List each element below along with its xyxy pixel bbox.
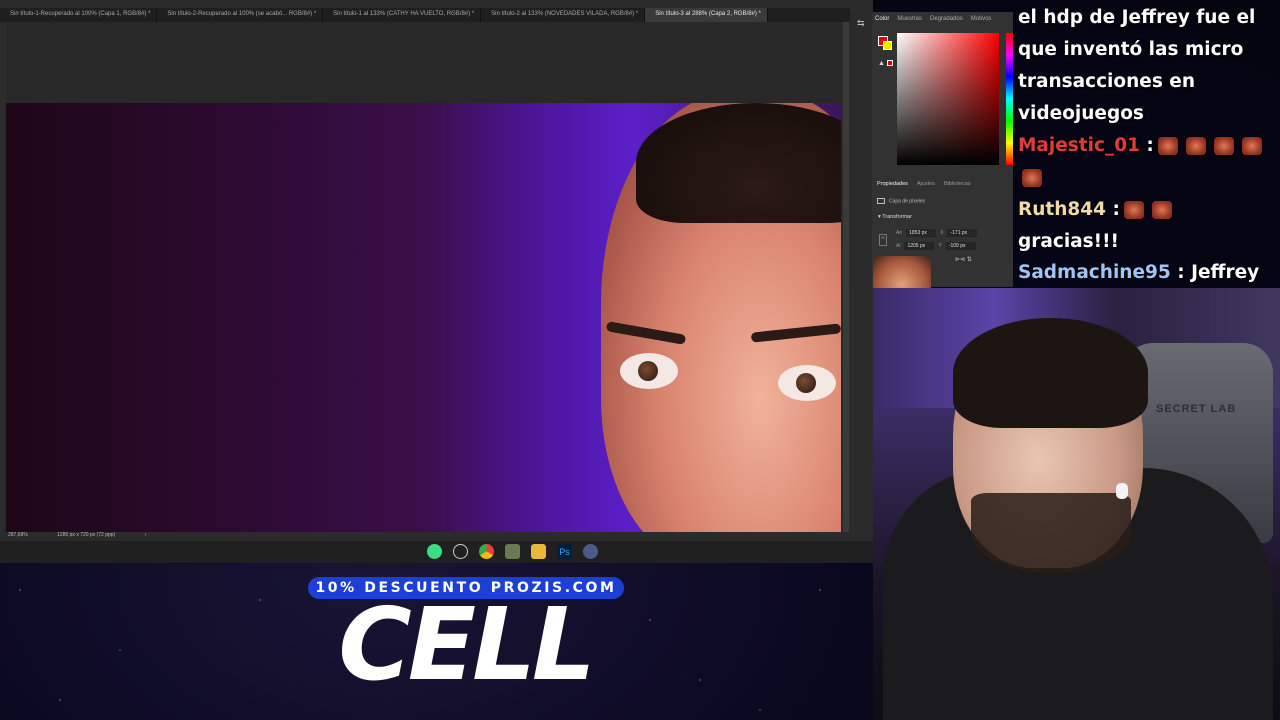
folder-icon[interactable] [531,544,546,559]
emote-icon [1185,137,1206,155]
y-field[interactable]: -109 px [945,242,976,250]
color-picker-field[interactable] [897,33,999,165]
tab-color[interactable]: Color [875,16,889,22]
app-icon[interactable] [505,544,520,559]
chat-message: el hdp de Jeffrey fue el que inventó las… [1018,2,1274,130]
tab-libraries[interactable]: Bibliotecas [944,181,971,187]
earbud-icon [1116,483,1128,499]
x-field[interactable]: -171 px [947,229,978,237]
chair-logo: SECRET LAB [1156,403,1237,415]
tab-patterns[interactable]: Motivos [971,16,992,22]
photoshop-icon[interactable]: Ps [557,544,572,559]
emote-icon [1213,137,1234,155]
discount-code: CELL [338,586,595,703]
webcam-feed: SECRET LAB [873,288,1280,720]
properties-tabs: Propiedades Ajustes Bibliotecas [877,181,971,187]
transform-title: Transformar [882,214,912,220]
panel-collapse-icon[interactable]: ⇆ [857,18,872,29]
tab-properties[interactable]: Propiedades [877,181,908,187]
document-tabs: Sin título-1-Recuperado al 100% (Capa 1,… [0,8,850,22]
height-field[interactable]: 1205 px [904,242,935,250]
chat-username: Majestic_01 [1018,135,1140,156]
chat-username: Sadmachine95 [1018,262,1171,283]
hue-slider[interactable] [1006,33,1013,165]
background-color-swatch[interactable] [883,41,892,50]
layer-type-label: Capa de píxeles [889,198,926,205]
app-icon[interactable] [583,544,598,559]
height-label: Al [896,243,901,249]
y-label: Y [938,243,942,249]
gamut-swatch[interactable] [887,60,893,66]
stream-overlay: Sin título-1-Recuperado al 100% (Capa 1,… [0,0,1280,720]
chat-text: el hdp de Jeffrey fue el que inventó las… [1018,7,1256,124]
tab-doc-1[interactable]: Sin título-1-Recuperado al 100% (Capa 1,… [0,8,158,22]
width-label: An [896,230,903,236]
transform-row-width: An 1853 px X -171 px [896,229,978,237]
layer-type: Capa de píxeles [877,198,925,204]
tab-doc-4[interactable]: Sin título-2 al 133% (NOVEDADES VILADA, … [481,8,646,22]
transform-section[interactable]: ▾ Transformar [878,214,912,220]
chat-username: Ruth844 [1018,199,1107,220]
emote-icon [1157,137,1178,155]
canvas-image[interactable] [6,103,841,532]
chat-overlay: el hdp de Jeffrey fue el que inventó las… [1013,0,1280,343]
eye-right [778,365,836,401]
pixel-layer-icon [877,198,885,204]
status-bar: 287,69% 1280 px x 720 px (72 ppp) › [0,532,850,541]
chrome-icon[interactable] [479,544,494,559]
panel-toolstrip: ⇆ [850,12,872,287]
transform-row-height: Al 1205 px Y -109 px [896,242,976,250]
chat-separator: : [1177,262,1185,283]
taskbar: Ps [0,541,873,563]
streamer-hair [953,318,1148,428]
chat-message: Ruth844 : gracias!!! [1018,194,1274,258]
properties-panel: ⇆ Color Muestras Degradados Motivos ▲ Pr… [850,12,1013,287]
chat-text: gracias!!! [1018,231,1119,252]
width-field[interactable]: 1853 px [906,229,937,237]
flip-icons[interactable]: ⊳⊲ ⇅ [955,256,972,263]
zoom-level[interactable]: 287,69% [8,532,28,538]
link-dimensions-icon[interactable]: ∞ [879,234,887,246]
status-arrow[interactable]: › [145,532,147,538]
tab-doc-3[interactable]: Sin título-1 al 133% (CATHY HA VUELTO, R… [323,8,482,22]
color-panel-tabs: Color Muestras Degradados Motivos [875,16,991,22]
android-icon[interactable] [427,544,442,559]
emote-icon [1123,201,1144,219]
vertical-scrollbar[interactable] [843,22,849,532]
photoshop-window: Sin título-1-Recuperado al 100% (Capa 1,… [0,0,873,563]
emote-icon [1022,169,1042,187]
emote-icon [1151,201,1172,219]
app-icon[interactable] [453,544,468,559]
document-size: 1280 px x 720 px (72 ppp) [57,532,116,538]
tab-doc-5-active[interactable]: Sin título-3 al 288% (Capa 2, RGB/8#) * [645,8,768,22]
tab-swatches[interactable]: Muestras [897,16,922,22]
eye-left [620,353,678,389]
tab-doc-2[interactable]: Sin título-2-Recuperado al 100% (se acab… [157,8,324,22]
chat-separator: : [1112,199,1120,220]
gamut-warning-icon: ▲ [878,60,885,67]
chat-message: Majestic_01 : [1018,130,1274,194]
tab-adjustments[interactable]: Ajustes [917,181,935,187]
tab-gradients[interactable]: Degradados [930,16,963,22]
chat-separator: : [1146,135,1154,156]
x-label: X [940,230,944,236]
streamer-beard [971,493,1131,573]
emote-icon [1241,137,1262,155]
